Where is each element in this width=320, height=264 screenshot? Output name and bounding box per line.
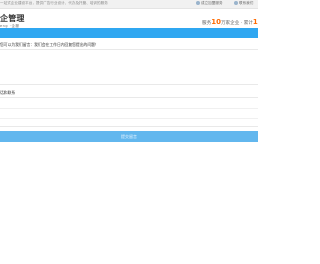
- site-header: 企管理 eng ·企服 服务10万家企业 · 累计1: [0, 9, 258, 28]
- contact-link-label: 联系我们: [239, 1, 254, 5]
- contact-prompt: 话和联系: [0, 90, 16, 95]
- stats-middle: 万家企业 · 累计: [220, 21, 253, 26]
- submit-message-button[interactable]: 提交留言: [0, 131, 258, 142]
- franchise-icon: [196, 1, 200, 5]
- stats-number-2: 1: [252, 18, 258, 26]
- main-nav-bar: [0, 28, 258, 38]
- site-notice: 一站式企业建设平台，提供广告行业设计、代办及托管、培训的服务: [0, 1, 108, 5]
- field-divider: [0, 108, 258, 109]
- service-stats: 服务10万家企业 · 累计1: [202, 18, 258, 26]
- contact-link[interactable]: 联系我们: [234, 1, 253, 6]
- stats-prefix: 服务: [202, 21, 212, 26]
- message-prompt: 您可以为我们留言：我们会在工作日内回复您提出的问题！: [0, 42, 99, 47]
- franchise-link[interactable]: 成立加盟服务: [196, 1, 223, 6]
- contact-field[interactable]: [0, 97, 258, 127]
- franchise-link-label: 成立加盟服务: [201, 1, 223, 5]
- message-textarea[interactable]: [0, 49, 258, 85]
- field-divider: [0, 118, 258, 119]
- phone-icon: [234, 1, 238, 5]
- stats-number-1: 10: [211, 18, 221, 26]
- top-bar: 一站式企业建设平台，提供广告行业设计、代办及托管、培训的服务 成立加盟服务 联系…: [0, 0, 258, 9]
